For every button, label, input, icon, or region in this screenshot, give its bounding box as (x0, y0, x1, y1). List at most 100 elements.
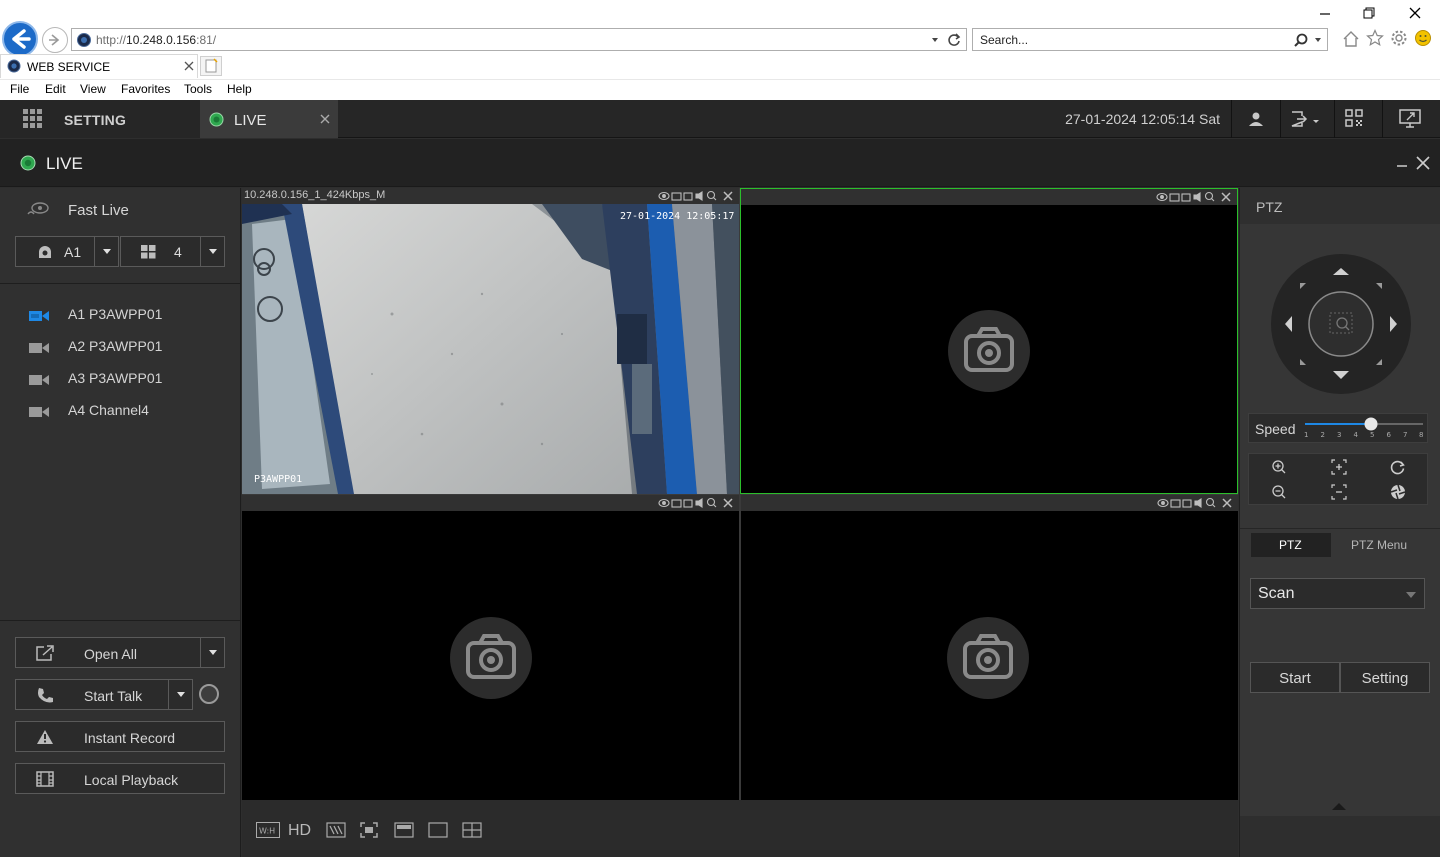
video-pane-4[interactable] (741, 495, 1238, 800)
minimize-panel-icon[interactable] (1395, 156, 1409, 170)
focus-far-icon[interactable] (1331, 484, 1347, 500)
svg-text:W:H: W:H (259, 827, 275, 836)
instant-record-button[interactable]: Instant Record (15, 721, 225, 752)
search-box[interactable]: Search... (972, 28, 1328, 51)
layout-select[interactable]: 4 (120, 236, 225, 267)
new-tab-icon[interactable] (200, 56, 222, 76)
settings-gear-icon[interactable] (1390, 29, 1408, 47)
left-panel: Fast Live A1 4 A1 P3AWPP01 A2 P3AWPP01 A… (0, 188, 241, 857)
warning-record-icon (37, 730, 53, 744)
pane-toolbar: 10.248.0.156_1_424Kbps_M (242, 188, 739, 204)
speed-slider[interactable]: 1 2 3 4 5 6 7 8 (1303, 417, 1427, 439)
channel-label: A2 P3AWPP01 (68, 338, 163, 354)
menu-tools[interactable]: Tools (184, 82, 212, 96)
menu-help[interactable]: Help (227, 82, 252, 96)
restore-icon[interactable] (1362, 6, 1376, 20)
home-icon[interactable] (1342, 30, 1360, 48)
fast-live-icon (27, 202, 49, 215)
tab-ptz-label: PTZ (1279, 538, 1302, 552)
fast-live-label[interactable]: Fast Live (68, 202, 129, 219)
hd-toggle[interactable]: HD (288, 822, 311, 840)
channel-item-a4[interactable]: A4 Channel4 (0, 397, 240, 425)
favorites-star-icon[interactable] (1366, 29, 1384, 47)
pane-stream-title: 10.248.0.156_1_424Kbps_M (244, 189, 386, 201)
monitor-icon[interactable] (1399, 109, 1421, 129)
start-talk-button[interactable]: Start Talk (15, 679, 193, 710)
tab-ptz-menu[interactable]: PTZ Menu (1335, 533, 1430, 557)
start-button[interactable]: Start (1250, 662, 1340, 693)
logout-icon[interactable] (1290, 110, 1322, 128)
channel-item-a2[interactable]: A2 P3AWPP01 (0, 333, 240, 361)
pane-toolbar (741, 189, 1237, 205)
no-video-icon (948, 310, 1030, 392)
local-playback-button[interactable]: Local Playback (15, 763, 225, 794)
divider (0, 620, 240, 621)
channel-select-arrow[interactable] (94, 237, 118, 266)
address-dropdown-icon[interactable] (930, 35, 940, 45)
camera-feed (741, 511, 1238, 800)
qr-code-icon[interactable] (1345, 109, 1363, 127)
iris-open-icon[interactable] (1390, 459, 1406, 475)
camera-feed: 27-01-2024 12:05:17 P3AWPP01 (242, 204, 739, 494)
channel-select[interactable]: A1 (15, 236, 119, 267)
setting-button[interactable]: Setting (1340, 662, 1430, 693)
pane-tools-icons[interactable] (1157, 497, 1235, 509)
divider (1240, 528, 1440, 529)
setting-tab[interactable]: SETTING (0, 100, 200, 138)
menu-file[interactable]: File (10, 82, 29, 96)
close-tab-icon[interactable] (184, 61, 194, 71)
live-tab[interactable]: LIVE (200, 100, 338, 138)
quad-split-icon[interactable] (462, 822, 482, 838)
pane-tools-icons[interactable] (1156, 191, 1234, 203)
video-pane-3[interactable] (242, 495, 739, 800)
live-title-bar: LIVE (0, 139, 1440, 187)
smooth-stream-icon[interactable] (326, 822, 346, 838)
talk-status-indicator[interactable] (199, 684, 219, 704)
minimize-icon[interactable] (1318, 6, 1332, 20)
window-mode-icon[interactable] (394, 822, 414, 838)
forward-arrow-icon (49, 34, 60, 46)
fullscreen-icon[interactable] (360, 822, 378, 838)
zoom-in-icon[interactable] (1271, 459, 1287, 475)
video-pane-1[interactable]: 10.248.0.156_1_424Kbps_M 27-01-2024 12:0… (242, 188, 739, 494)
refresh-icon[interactable] (946, 32, 962, 48)
open-all-button[interactable]: Open All (15, 637, 225, 668)
close-live-tab-icon[interactable] (320, 114, 330, 124)
layout-grid-icon (141, 245, 156, 259)
search-dropdown-icon[interactable] (1313, 35, 1323, 45)
menu-favorites[interactable]: Favorites (121, 82, 170, 96)
start-talk-label: Start Talk (84, 688, 143, 704)
forward-button[interactable] (42, 27, 68, 53)
close-window-icon[interactable] (1408, 6, 1422, 20)
zoom-out-icon[interactable] (1271, 484, 1287, 500)
video-pane-2[interactable] (740, 188, 1238, 494)
address-bar[interactable]: http://10.248.0.156:81/ (71, 28, 967, 51)
menu-edit[interactable]: Edit (45, 82, 66, 96)
tab-ptz[interactable]: PTZ (1251, 533, 1331, 557)
pane-tools-icons[interactable] (658, 497, 736, 509)
pane-tools-icons[interactable] (658, 190, 736, 202)
collapse-up-icon[interactable] (1331, 801, 1347, 811)
aperture-icon[interactable] (1390, 484, 1406, 500)
tab-ptz-menu-label: PTZ Menu (1351, 538, 1408, 552)
single-split-icon[interactable] (428, 822, 448, 838)
user-icon[interactable] (1247, 110, 1265, 128)
scan-select[interactable]: Scan (1250, 578, 1425, 609)
menu-view[interactable]: View (80, 82, 106, 96)
channel-item-a3[interactable]: A3 P3AWPP01 (0, 365, 240, 393)
video-grid: 10.248.0.156_1_424Kbps_M 27-01-2024 12:0… (242, 188, 1238, 800)
start-talk-dropdown[interactable] (168, 680, 192, 709)
speed-tick: 3 (1337, 431, 1341, 439)
browser-tab[interactable]: WEB SERVICE (0, 54, 198, 78)
aspect-ratio-icon[interactable]: W:H (256, 822, 280, 838)
search-icon[interactable] (1293, 32, 1309, 48)
channel-item-a1[interactable]: A1 P3AWPP01 (0, 301, 240, 329)
focus-near-icon[interactable] (1331, 459, 1347, 475)
layout-select-arrow[interactable] (200, 237, 224, 266)
back-button[interactable] (2, 21, 38, 57)
close-panel-icon[interactable] (1416, 156, 1430, 170)
ptz-direction-pad[interactable] (1270, 253, 1412, 395)
open-all-dropdown[interactable] (200, 638, 224, 667)
speed-tick: 1 (1304, 431, 1308, 439)
feedback-smiley-icon[interactable] (1414, 29, 1432, 47)
